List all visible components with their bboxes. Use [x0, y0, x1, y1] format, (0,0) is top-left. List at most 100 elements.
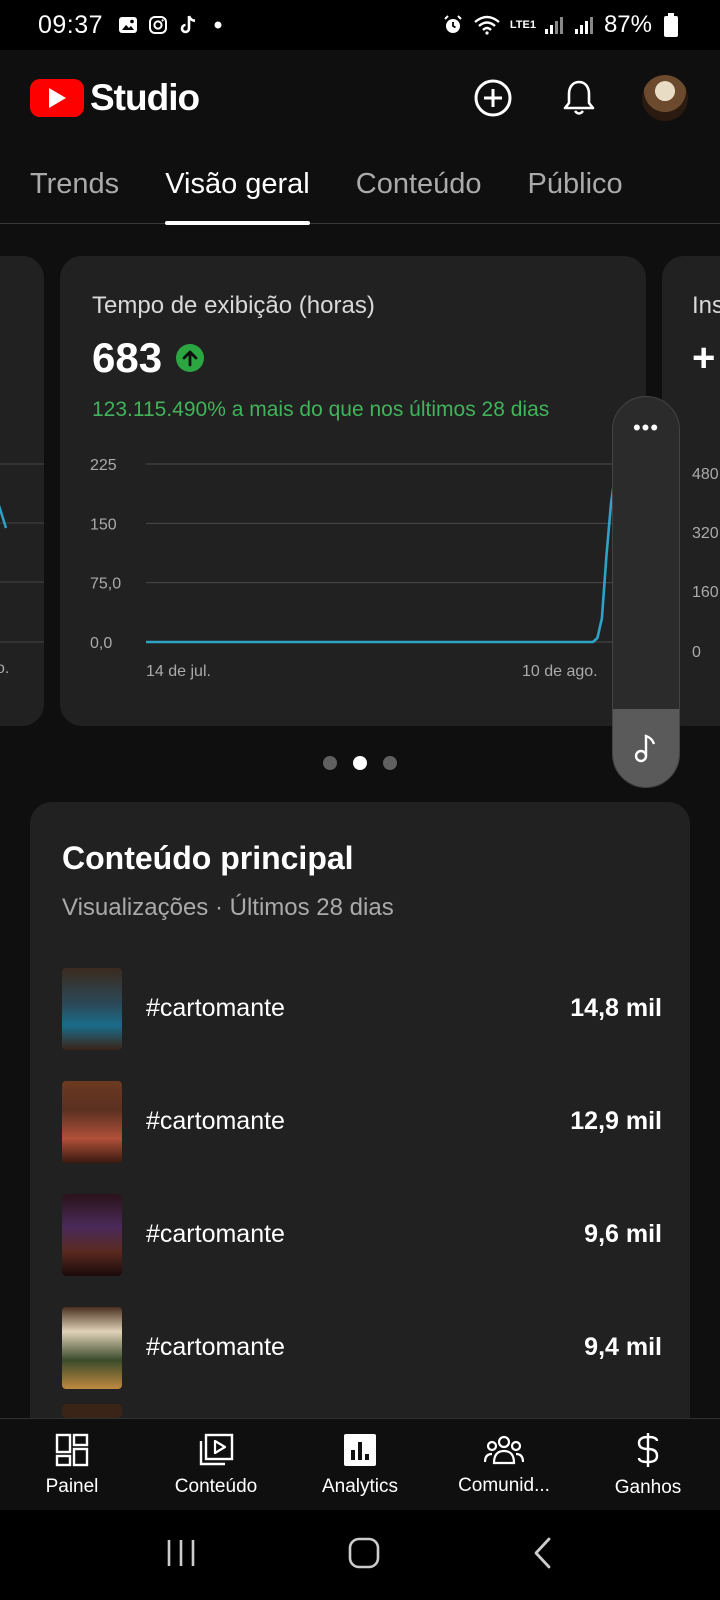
dollar-icon	[637, 1432, 659, 1467]
youtube-studio-logo[interactable]: Studio	[30, 77, 200, 119]
y-tick-label: 0,0	[90, 635, 112, 652]
previous-chart-tick: o.	[0, 660, 10, 677]
metric-title: Tempo de exibição (horas)	[92, 292, 375, 319]
create-button[interactable]	[468, 73, 518, 123]
community-icon	[484, 1435, 524, 1464]
next-tick-3: 0	[692, 644, 701, 661]
more-options-icon[interactable]: •••	[613, 415, 679, 441]
metric-delta: 123.115.490% a mais do que nos últimos 2…	[92, 398, 550, 421]
metric-value-row: 683	[92, 334, 205, 382]
y-tick-label: 225	[90, 457, 117, 474]
y-tick-label: 75,0	[90, 576, 121, 593]
watch-time-card[interactable]: Tempo de exibição (horas) 683 123.115.49…	[60, 256, 646, 726]
nav-community[interactable]: Comunid...	[432, 1419, 576, 1510]
tab-audience[interactable]: Público	[528, 146, 623, 224]
instagram-icon	[147, 14, 169, 36]
app-name: Studio	[90, 77, 200, 118]
x-tick-label: 10 de ago.	[522, 663, 598, 680]
video-thumbnail	[62, 1306, 122, 1389]
nav-content[interactable]: Conteúdo	[144, 1419, 288, 1510]
battery-text: 87%	[603, 11, 652, 38]
back-icon	[534, 1537, 551, 1568]
gallery-icon	[117, 14, 139, 36]
next-tick-1: 320	[692, 525, 719, 542]
series-line	[146, 470, 622, 644]
analytics-icon	[344, 1433, 376, 1466]
dashboard-icon	[55, 1433, 89, 1466]
app-header: Studio	[0, 50, 720, 146]
floating-music-widget[interactable]: •••	[612, 396, 680, 788]
notification-icons	[117, 14, 229, 36]
nav-dashboard[interactable]: Painel	[0, 1419, 144, 1510]
next-tick-0: 480	[692, 466, 719, 483]
recent-apps-button[interactable]	[165, 1538, 197, 1573]
avatar	[642, 75, 688, 121]
signal-2-icon	[574, 14, 596, 36]
list-item[interactable]: #cartomante 12,9 mil	[62, 1065, 662, 1178]
account-button[interactable]	[640, 73, 690, 123]
x-tick-label: 14 de jul.	[146, 663, 211, 680]
nav-label: Comunid...	[458, 1474, 550, 1496]
video-title: #cartomante	[146, 1220, 285, 1248]
list-item[interactable]: #cartomante 9,6 mil	[62, 1178, 662, 1291]
wifi-icon	[472, 14, 502, 36]
content-icon	[199, 1433, 234, 1465]
notifications-button[interactable]	[554, 73, 604, 123]
nav-earnings[interactable]: Ganhos	[576, 1419, 720, 1510]
tab-trends[interactable]: Trends	[30, 146, 119, 224]
music-note-button[interactable]	[613, 709, 679, 787]
video-thumbnail	[62, 1404, 122, 1418]
metric-card-previous[interactable]: o.	[0, 256, 44, 726]
more-notifications-dot-icon	[207, 14, 229, 36]
next-metric-value: +	[692, 336, 716, 380]
top-content-title: Conteúdo principal	[62, 840, 354, 876]
top-content-card: Conteúdo principal Visualizações · Últim…	[30, 802, 690, 1422]
home-button[interactable]	[347, 1536, 381, 1575]
status-time: 09:37	[38, 10, 104, 39]
video-thumbnail	[62, 1193, 122, 1276]
video-title: #cartomante	[146, 1107, 285, 1135]
carousel-dot-1[interactable]	[323, 756, 337, 770]
bell-icon	[563, 80, 595, 115]
next-tick-2: 160	[692, 584, 719, 601]
video-views: 9,6 mil	[584, 1220, 662, 1248]
nav-label: Painel	[45, 1475, 99, 1497]
recent-apps-icon	[167, 1539, 195, 1566]
plus-circle-icon	[474, 79, 512, 117]
header-actions	[468, 73, 690, 123]
watch-time-chart: 225 150 75,0 0,0 14 de jul. 10 de ago.	[90, 457, 646, 680]
top-content-list: #cartomante 14,8 mil #cartomante 12,9 mi…	[62, 952, 662, 1444]
bottom-navigation: Painel Conteúdo Analytics Comunid... Gan…	[0, 1418, 720, 1510]
next-metric-title: Ins	[692, 292, 720, 319]
nav-analytics[interactable]: Analytics	[288, 1419, 432, 1510]
previous-chart	[0, 463, 44, 643]
list-item[interactable]: #cartomante 9,4 mil	[62, 1291, 662, 1404]
carousel-dot-3[interactable]	[383, 756, 397, 770]
top-content-subtitle: Visualizações · Últimos 28 dias	[62, 894, 394, 921]
list-item[interactable]: #cartomante 14,8 mil	[62, 952, 662, 1065]
home-icon	[348, 1537, 380, 1568]
music-note-icon	[634, 734, 656, 763]
video-thumbnail	[62, 967, 122, 1050]
signal-icon	[544, 14, 566, 36]
nav-label: Ganhos	[614, 1476, 682, 1498]
nav-label: Conteúdo	[174, 1475, 258, 1497]
battery-icon	[660, 13, 682, 37]
video-thumbnail	[62, 1080, 122, 1163]
system-navigation-bar	[0, 1510, 720, 1600]
video-views: 14,8 mil	[570, 994, 662, 1022]
tab-content[interactable]: Conteúdo	[356, 146, 482, 224]
video-title: #cartomante	[146, 994, 285, 1022]
youtube-play-icon	[30, 79, 84, 117]
network-label: LTE1	[509, 19, 536, 31]
tiktok-icon	[177, 14, 199, 36]
video-views: 12,9 mil	[570, 1107, 662, 1135]
arrow-up-icon	[176, 344, 205, 372]
metric-value: 683	[92, 334, 163, 381]
carousel-dot-2[interactable]	[353, 756, 367, 770]
back-button[interactable]	[531, 1536, 555, 1575]
analytics-tabs: Trends Visão geral Conteúdo Público	[0, 146, 720, 225]
video-views: 9,4 mil	[584, 1333, 662, 1361]
tab-overview[interactable]: Visão geral	[165, 146, 310, 225]
alarm-icon	[442, 14, 464, 36]
